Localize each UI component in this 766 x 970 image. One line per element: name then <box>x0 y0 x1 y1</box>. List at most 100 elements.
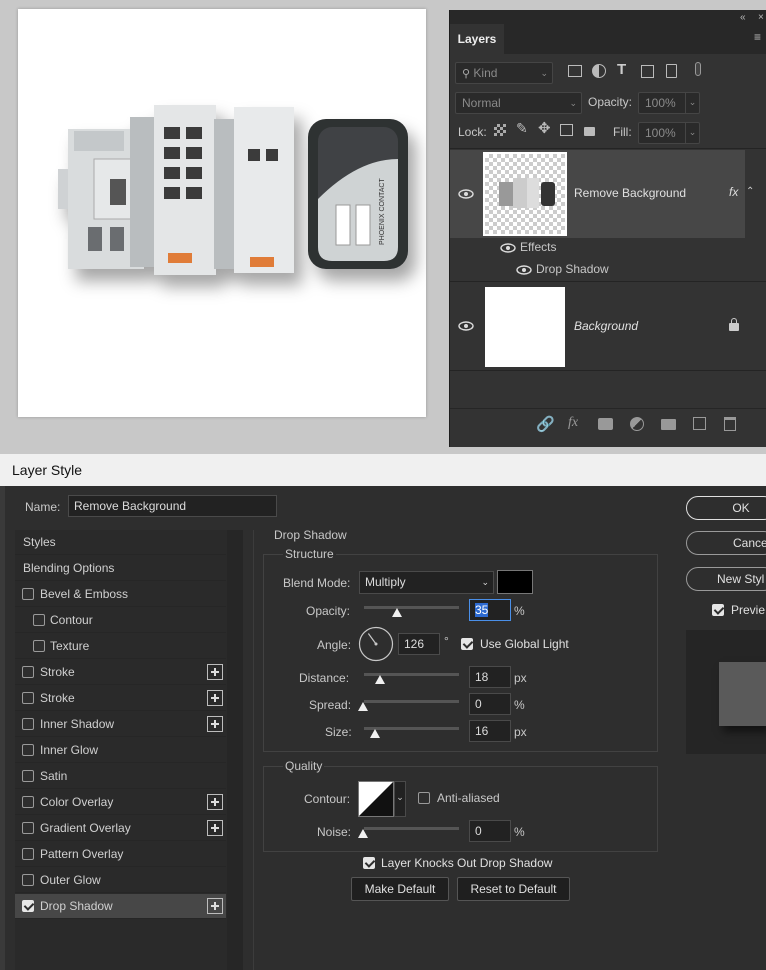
layer-name[interactable]: Remove Background <box>574 186 686 200</box>
opacity-slider-thumb[interactable] <box>392 608 403 617</box>
blend-mode-select[interactable]: Multiply ⌄ <box>359 571 494 594</box>
use-global-light-checkbox[interactable] <box>461 638 473 650</box>
layer-fx-icon[interactable]: fx <box>729 185 738 199</box>
style-checkbox[interactable] <box>33 614 45 626</box>
shadow-color-swatch[interactable] <box>497 570 533 594</box>
style-checkbox[interactable] <box>22 848 34 860</box>
size-input[interactable]: 16 <box>469 720 511 742</box>
visibility-eye-icon[interactable] <box>458 189 474 199</box>
add-style-plus-icon[interactable] <box>207 820 223 836</box>
style-item[interactable]: Inner Glow <box>15 738 226 763</box>
layer-name[interactable]: Background <box>574 319 638 333</box>
effect-drop-shadow[interactable]: Drop Shadow <box>536 262 609 276</box>
style-checkbox[interactable] <box>22 770 34 782</box>
noise-slider[interactable] <box>364 827 459 830</box>
new-style-button[interactable]: New Styl <box>686 567 766 591</box>
fill-input[interactable]: 100% ⌄ <box>638 122 700 144</box>
style-item[interactable]: Stroke <box>15 660 226 685</box>
add-style-plus-icon[interactable] <box>207 898 223 914</box>
make-default-button[interactable]: Make Default <box>351 877 449 901</box>
ok-button[interactable]: OK <box>686 496 766 520</box>
collapse-icon[interactable]: « <box>740 12 746 23</box>
filter-toggle-icon[interactable] <box>695 62 701 76</box>
new-layer-icon[interactable] <box>693 417 706 430</box>
noise-input[interactable]: 0 <box>469 820 511 842</box>
add-style-plus-icon[interactable] <box>207 664 223 680</box>
adjustment-layer-icon[interactable] <box>630 417 644 431</box>
filter-shape-icon[interactable] <box>641 65 654 78</box>
opacity-input[interactable]: 35 <box>469 599 511 621</box>
lock-transparent-icon[interactable] <box>494 124 506 136</box>
style-checkbox[interactable] <box>22 796 34 808</box>
style-checkbox[interactable] <box>22 874 34 886</box>
spread-input[interactable]: 0 <box>469 693 511 715</box>
add-style-plus-icon[interactable] <box>207 690 223 706</box>
preview-checkbox[interactable] <box>712 604 724 616</box>
spread-slider[interactable] <box>364 700 459 703</box>
style-checkbox[interactable] <box>33 640 45 652</box>
name-input[interactable]: Remove Background <box>68 495 277 517</box>
style-item[interactable]: Pattern Overlay <box>15 842 226 867</box>
add-mask-icon[interactable] <box>598 418 613 430</box>
style-checkbox[interactable] <box>22 588 34 600</box>
style-item[interactable]: Stroke <box>15 686 226 711</box>
layer-thumbnail[interactable] <box>485 287 565 367</box>
filter-pixel-icon[interactable] <box>568 65 582 77</box>
angle-input[interactable]: 126 <box>398 633 440 655</box>
style-item[interactable]: Satin <box>15 764 226 789</box>
filter-kind-select[interactable]: ⚲ Kind ⌄ <box>455 62 553 84</box>
add-style-plus-icon[interactable] <box>207 794 223 810</box>
spread-slider-thumb[interactable] <box>358 702 368 711</box>
filter-adjustment-icon[interactable] <box>592 64 606 78</box>
layer-thumbnail[interactable] <box>483 152 567 236</box>
style-checkbox[interactable] <box>22 666 34 678</box>
close-icon[interactable]: × <box>758 12 764 23</box>
delete-layer-icon[interactable] <box>724 417 736 431</box>
reset-default-button[interactable]: Reset to Default <box>457 877 570 901</box>
chevron-up-icon[interactable]: ⌃ <box>746 186 754 197</box>
style-item[interactable]: Contour <box>15 608 226 633</box>
distance-slider-thumb[interactable] <box>375 675 385 684</box>
angle-dial[interactable] <box>358 626 394 662</box>
drop-shadow-eye-icon[interactable] <box>516 265 532 275</box>
filter-type-icon[interactable]: T <box>617 61 626 78</box>
style-item[interactable]: Outer Glow <box>15 868 226 893</box>
add-style-plus-icon[interactable] <box>207 716 223 732</box>
add-style-icon[interactable]: fx <box>568 415 578 431</box>
anti-aliased-checkbox[interactable] <box>418 792 430 804</box>
contour-dropdown[interactable]: ⌄ <box>394 781 406 817</box>
filter-smart-object-icon[interactable] <box>666 64 677 78</box>
panel-menu-icon[interactable]: ≡ <box>754 30 761 44</box>
style-item[interactable]: Bevel & Emboss <box>15 582 226 607</box>
effects-eye-icon[interactable] <box>500 243 516 253</box>
knocks-out-checkbox[interactable] <box>363 857 375 869</box>
style-item[interactable]: Gradient Overlay <box>15 816 226 841</box>
new-group-icon[interactable] <box>661 419 676 430</box>
style-checkbox[interactable] <box>22 692 34 704</box>
tab-layers[interactable]: Layers <box>450 24 504 54</box>
style-item[interactable]: Blending Options <box>15 556 226 581</box>
size-slider-thumb[interactable] <box>370 729 380 738</box>
opacity-slider[interactable] <box>364 606 459 609</box>
cancel-button[interactable]: Cance <box>686 531 766 555</box>
lock-move-icon[interactable]: ✥ <box>538 119 551 137</box>
lock-artboard-icon[interactable] <box>560 124 573 136</box>
style-checkbox[interactable] <box>22 744 34 756</box>
style-checkbox[interactable] <box>22 822 34 834</box>
style-checkbox[interactable] <box>22 718 34 730</box>
blend-mode-select[interactable]: Normal ⌄ <box>455 92 582 114</box>
opacity-input[interactable]: 100% ⌄ <box>638 92 700 114</box>
document-canvas[interactable]: PHOENIX CONTACT <box>18 9 426 417</box>
style-item[interactable]: Inner Shadow <box>15 712 226 737</box>
contour-preview[interactable] <box>358 781 394 817</box>
style-item[interactable]: Texture <box>15 634 226 659</box>
style-item[interactable]: Drop Shadow <box>15 894 226 919</box>
style-item[interactable]: Color Overlay <box>15 790 226 815</box>
lock-all-icon[interactable] <box>584 127 595 136</box>
noise-slider-thumb[interactable] <box>358 829 368 838</box>
visibility-eye-icon[interactable] <box>458 321 474 331</box>
style-checkbox[interactable] <box>22 900 34 912</box>
distance-input[interactable]: 18 <box>469 666 511 688</box>
style-item[interactable]: Styles <box>15 530 226 555</box>
lock-brush-icon[interactable]: ✎ <box>516 120 528 137</box>
